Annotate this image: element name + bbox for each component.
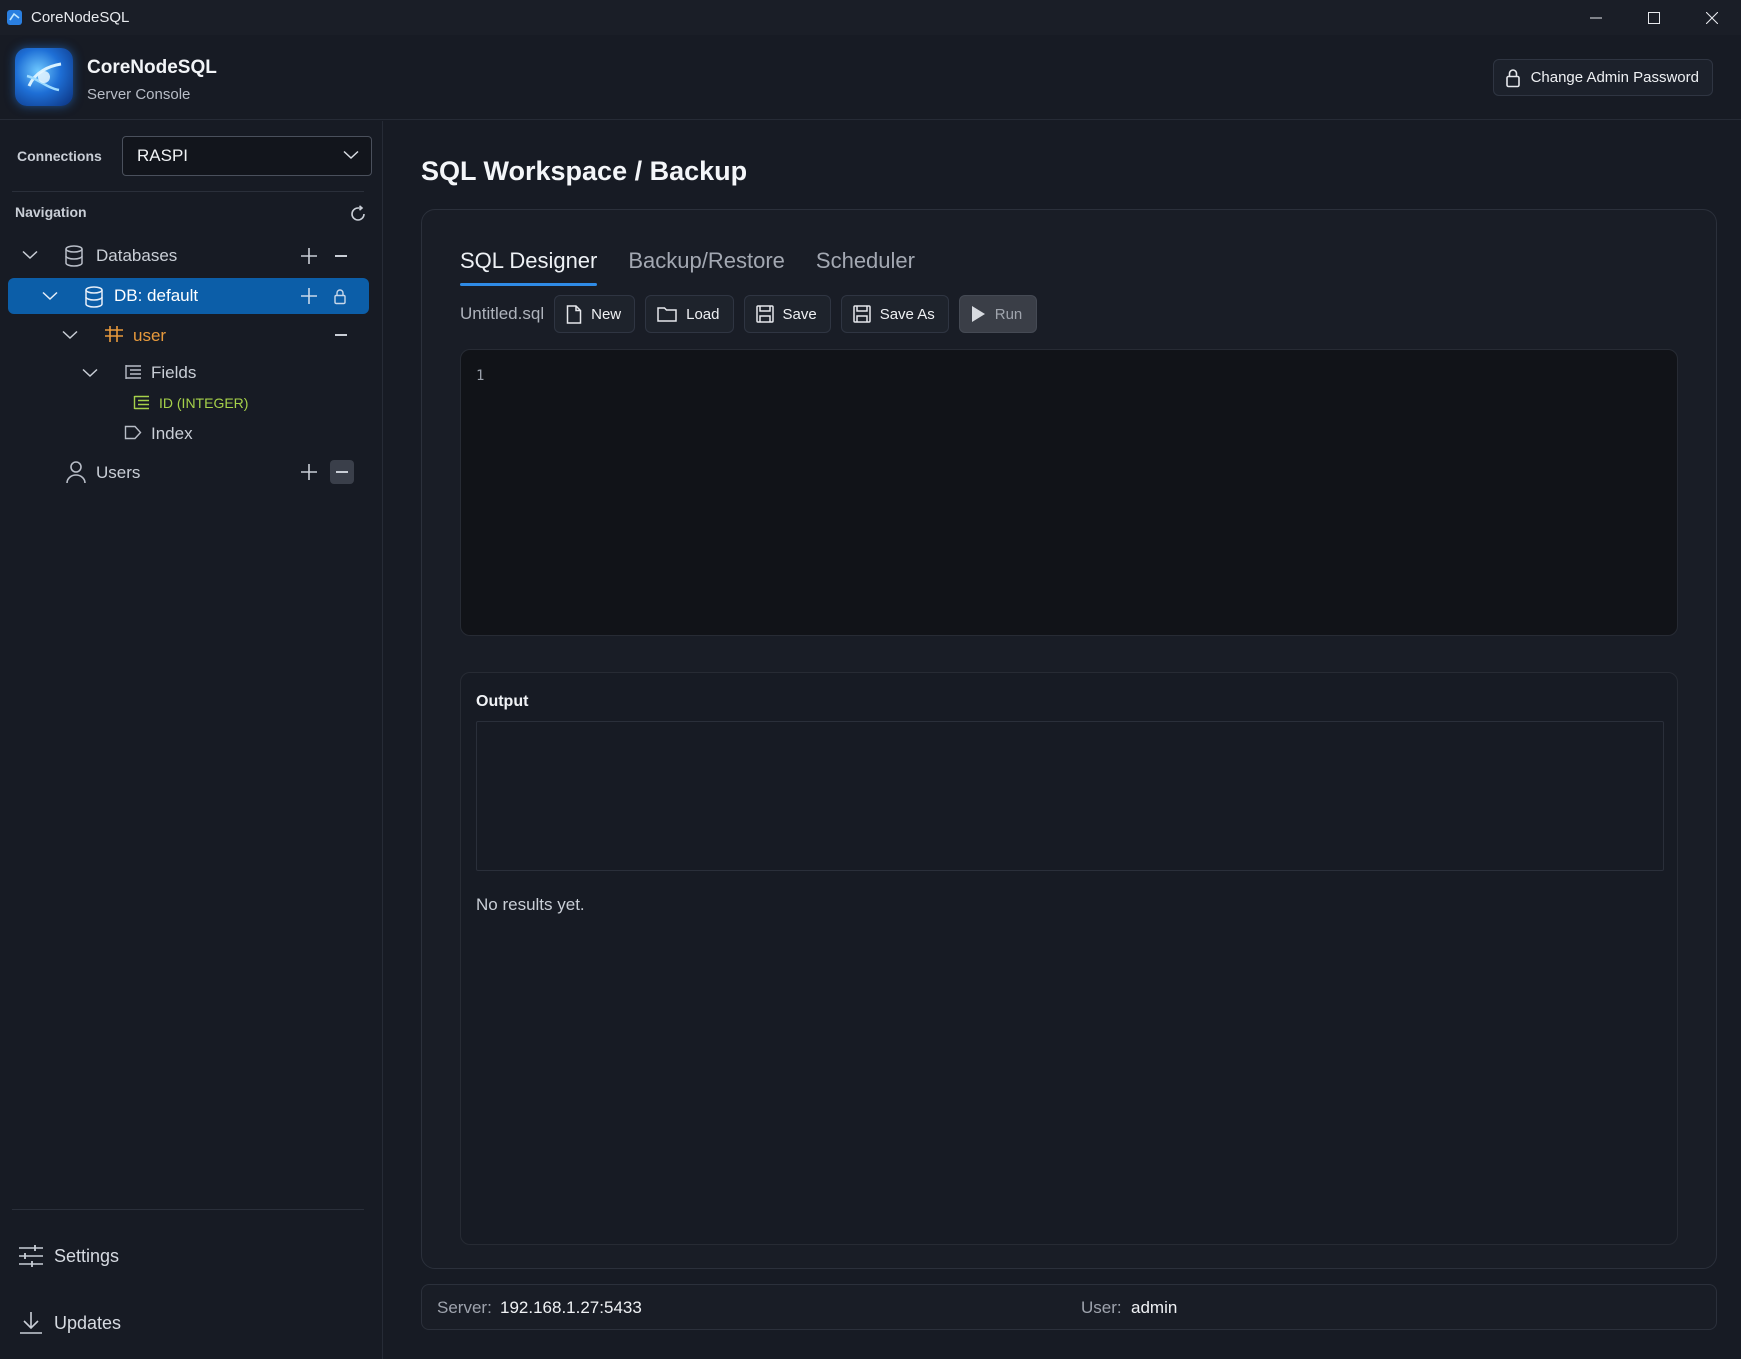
save-as-button[interactable]: Save As [840, 295, 949, 333]
settings-label: Settings [54, 1245, 120, 1266]
app-name: CoreNodeSQL [87, 57, 217, 78]
save-as-button-label: Save As [879, 305, 935, 323]
tab-scheduler[interactable]: Scheduler [816, 248, 915, 286]
server-label: Server: [437, 1298, 492, 1317]
tab-bar: SQL Designer Backup/Restore Scheduler [460, 248, 915, 286]
chevron-down-icon [343, 150, 359, 160]
remove-user-button[interactable] [330, 460, 354, 484]
app-subtitle: Server Console [87, 86, 191, 103]
user-label: User: [1081, 1298, 1122, 1317]
tab-backup-restore[interactable]: Backup/Restore [628, 248, 785, 286]
connections-label: Connections [17, 148, 102, 164]
change-admin-password-button[interactable]: Change Admin Password [1492, 59, 1713, 96]
tag-icon [124, 425, 142, 440]
app-icon [6, 9, 23, 26]
table-icon [104, 325, 124, 343]
add-user-button[interactable] [297, 460, 321, 484]
no-results-message: No results yet. [476, 895, 585, 914]
app-logo [15, 48, 73, 106]
tree-item-table-user[interactable]: user [8, 317, 369, 353]
folder-icon [657, 306, 677, 322]
list-icon [124, 364, 142, 380]
field-icon [133, 395, 150, 410]
play-icon [970, 305, 986, 323]
navigation-label: Navigation [15, 204, 87, 220]
run-button[interactable]: Run [958, 295, 1038, 333]
load-button-label: Load [686, 305, 720, 323]
tree-item-index[interactable]: Index [8, 415, 369, 451]
tree-item-table-user-label: user [133, 326, 167, 345]
sidebar-divider [12, 191, 364, 192]
tree-item-users[interactable]: Users [8, 454, 369, 490]
new-button-label: New [591, 305, 622, 323]
connection-select[interactable]: RASPI [122, 136, 372, 176]
tree-item-db-default-label: DB: default [114, 286, 199, 305]
tab-sql-designer[interactable]: SQL Designer [460, 248, 598, 286]
tree-item-databases-label: Databases [96, 246, 178, 265]
window-title: CoreNodeSQL [31, 9, 130, 26]
output-panel: Output No results yet. [460, 672, 1678, 1245]
output-results-area[interactable] [476, 721, 1664, 871]
title-bar: CoreNodeSQL [0, 0, 1741, 35]
sidebar: Connections RASPI Navigation Databases D… [0, 121, 383, 1359]
minimize-button[interactable] [1567, 0, 1625, 35]
tree-item-databases[interactable]: Databases [8, 238, 369, 274]
refresh-icon[interactable] [349, 205, 367, 223]
run-button-label: Run [994, 305, 1023, 323]
change-admin-password-label: Change Admin Password [1530, 69, 1699, 86]
tree-item-db-default[interactable]: DB: default [8, 278, 369, 314]
save-button[interactable]: Save [743, 295, 831, 333]
workspace-card: SQL Designer Backup/Restore Scheduler Un… [421, 209, 1717, 1269]
editor-toolbar: Untitled.sql New Load Save Save As Run [460, 295, 1038, 333]
new-button[interactable]: New [554, 295, 636, 333]
lock-icon[interactable] [328, 284, 352, 308]
app-header: CoreNodeSQL Server Console Change Admin … [0, 35, 1741, 120]
tree-item-field-id-label: ID (INTEGER) [159, 395, 249, 411]
chevron-down-icon[interactable] [22, 250, 38, 260]
user-icon [65, 460, 87, 484]
load-button[interactable]: Load [645, 295, 734, 333]
output-title: Output [476, 693, 529, 710]
chevron-down-icon[interactable] [82, 368, 98, 378]
updates-label: Updates [54, 1312, 122, 1333]
chevron-down-icon[interactable] [62, 330, 78, 340]
sidebar-divider [12, 1209, 364, 1210]
updates-nav-item[interactable]: Updates [18, 1311, 121, 1335]
close-button[interactable] [1683, 0, 1741, 35]
add-table-button[interactable] [297, 284, 321, 308]
lock-icon [1505, 68, 1521, 88]
sliders-icon [18, 1244, 44, 1268]
tree-item-users-label: Users [96, 463, 141, 482]
tree-item-index-label: Index [151, 424, 193, 443]
status-bar: Server: 192.168.1.27:5433 User: admin [421, 1284, 1717, 1330]
page-title: SQL Workspace / Backup [421, 156, 748, 186]
save-icon [755, 305, 774, 323]
database-icon [84, 286, 104, 308]
database-icon [64, 245, 84, 267]
download-icon [18, 1311, 44, 1335]
maximize-button[interactable] [1625, 0, 1683, 35]
settings-nav-item[interactable]: Settings [18, 1244, 119, 1268]
new-file-icon [566, 304, 582, 324]
remove-table-button[interactable] [329, 323, 353, 347]
line-number: 1 [476, 368, 485, 384]
save-button-label: Save [782, 305, 817, 323]
chevron-down-icon[interactable] [42, 291, 58, 301]
sql-editor[interactable]: 1 [460, 349, 1678, 636]
server-value: 192.168.1.27:5433 [500, 1298, 642, 1317]
connection-select-value: RASPI [137, 146, 189, 165]
add-database-button[interactable] [297, 244, 321, 268]
save-as-icon [852, 305, 871, 323]
remove-database-button[interactable] [329, 244, 353, 268]
tree-item-fields-label: Fields [151, 363, 197, 382]
user-value: admin [1131, 1298, 1178, 1317]
file-name: Untitled.sql [460, 304, 545, 323]
